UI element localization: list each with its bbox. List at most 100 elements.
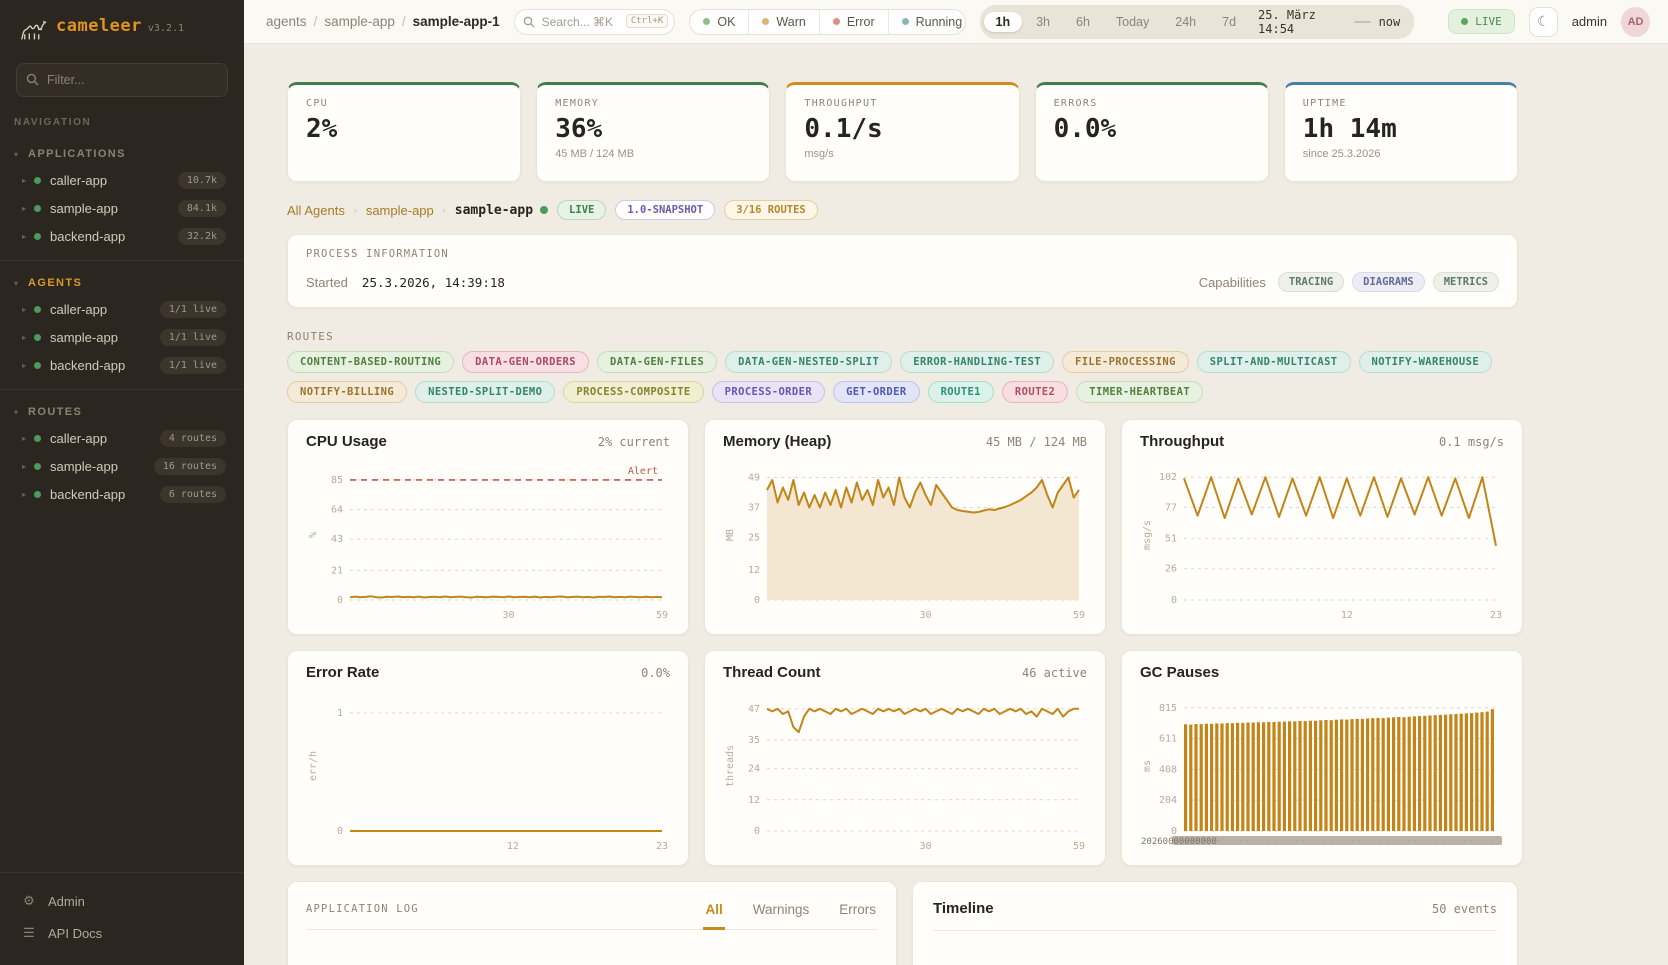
avatar[interactable]: AD — [1621, 7, 1650, 37]
sidebar-item-badge: 6 routes — [160, 486, 226, 503]
logo[interactable]: cameleer v3.2.1 — [0, 0, 244, 53]
sidebar-footer-api-docs[interactable]: ☰API Docs — [0, 917, 244, 949]
process-info-row: Started 25.3.2026, 14:39:18 Capabilities… — [306, 272, 1499, 292]
svg-text:49: 49 — [748, 473, 760, 484]
sidebar-item-label: caller-app — [50, 431, 107, 446]
log-tab-errors[interactable]: Errors — [837, 882, 878, 930]
stat-card-uptime: UPTIME1h 14msince 25.3.2026 — [1284, 82, 1518, 182]
chart-current-value: 45 MB / 124 MB — [986, 435, 1087, 449]
agent-link-all-agents[interactable]: All Agents — [287, 203, 345, 218]
stat-label: UPTIME — [1303, 98, 1499, 109]
sidebar-item-badge: 4 routes — [160, 430, 226, 447]
svg-text:37: 37 — [748, 503, 760, 514]
stat-value: 1h 14m — [1303, 114, 1499, 144]
route-badge-content-based-routing[interactable]: CONTENT-BASED-ROUTING — [287, 351, 454, 373]
time-range-today[interactable]: Today — [1104, 12, 1161, 32]
route-badge-notify-warehouse[interactable]: NOTIFY-WAREHOUSE — [1359, 351, 1493, 373]
app-title: cameleer — [56, 16, 142, 36]
sidebar-footer-admin[interactable]: ⚙Admin — [0, 885, 244, 917]
svg-text:23: 23 — [656, 841, 668, 852]
route-badge-error-handling-test[interactable]: ERROR-HANDLING-TEST — [900, 351, 1054, 373]
chart-card-error-rate: Error Rate0.0%011223err/h — [287, 650, 689, 866]
route-badge-process-order[interactable]: PROCESS-ORDER — [712, 381, 825, 403]
breadcrumb-sample-app[interactable]: sample-app — [324, 14, 395, 29]
time-range-1h[interactable]: 1h — [984, 12, 1023, 32]
sidebar-item-label: sample-app — [50, 459, 118, 474]
sidebar-item-backend-app[interactable]: ▸backend-app32.2k — [0, 222, 244, 250]
status-dot-icon — [34, 334, 41, 341]
sidebar-section: ▾AGENTS▸caller-app1/1 live▸sample-app1/1… — [0, 260, 244, 389]
svg-text:408: 408 — [1159, 764, 1177, 775]
time-range-6h[interactable]: 6h — [1064, 12, 1102, 32]
chart-canvas: 0214364853059%Alert — [306, 458, 670, 622]
route-badge-file-processing[interactable]: FILE-PROCESSING — [1062, 351, 1189, 373]
svg-text:0: 0 — [337, 595, 343, 606]
svg-text:59: 59 — [656, 610, 668, 621]
stat-value: 0.1/s — [804, 114, 1000, 144]
chart-card-thread-count: Thread Count46 active0122435473059thread… — [704, 650, 1106, 866]
capabilities-label: Capabilities — [1199, 275, 1266, 290]
sidebar-item-label: sample-app — [50, 201, 118, 216]
svg-text:59: 59 — [1073, 610, 1085, 621]
route-badge-get-order[interactable]: GET-ORDER — [833, 381, 920, 403]
route-badge-process-composite[interactable]: PROCESS-COMPOSITE — [563, 381, 703, 403]
time-range-7d[interactable]: 7d — [1210, 12, 1248, 32]
date-range-end[interactable]: now — [1375, 15, 1411, 29]
svg-text:12: 12 — [507, 841, 519, 852]
date-range-start[interactable]: 25. März 14:54 — [1250, 8, 1351, 36]
sidebar-item-caller-app[interactable]: ▸caller-app1/1 live — [0, 295, 244, 323]
log-tab-warnings[interactable]: Warnings — [751, 882, 812, 930]
sidebar-item-backend-app[interactable]: ▸backend-app1/1 live — [0, 351, 244, 379]
sidebar-item-backend-app[interactable]: ▸backend-app6 routes — [0, 480, 244, 508]
sidebar-item-label: caller-app — [50, 173, 107, 188]
route-badge-nested-split-demo[interactable]: NESTED-SPLIT-DEMO — [415, 381, 555, 403]
route-badge-route2[interactable]: ROUTE2 — [1002, 381, 1068, 403]
status-dot-icon — [34, 306, 41, 313]
route-badge-route1[interactable]: ROUTE1 — [928, 381, 994, 403]
route-badge-split-and-multicast[interactable]: SPLIT-AND-MULTICAST — [1197, 351, 1351, 373]
sidebar-item-sample-app[interactable]: ▸sample-app1/1 live — [0, 323, 244, 351]
live-badge[interactable]: LIVE — [1448, 9, 1515, 34]
agent-link-sample-app[interactable]: sample-app — [366, 203, 434, 218]
route-badge-notify-billing[interactable]: NOTIFY-BILLING — [287, 381, 407, 403]
svg-text:77: 77 — [1165, 502, 1177, 513]
route-badge-data-gen-orders[interactable]: DATA-GEN-ORDERS — [462, 351, 589, 373]
status-filter-ok[interactable]: OK — [690, 10, 748, 34]
route-badge-data-gen-nested-split[interactable]: DATA-GEN-NESTED-SPLIT — [725, 351, 892, 373]
log-tab-all[interactable]: All — [703, 882, 724, 930]
sidebar-item-sample-app[interactable]: ▸sample-app16 routes — [0, 452, 244, 480]
chevron-right-icon: ▸ — [22, 490, 34, 499]
status-filter-error[interactable]: Error — [819, 10, 888, 34]
route-badge-data-gen-files[interactable]: DATA-GEN-FILES — [597, 351, 717, 373]
sidebar-item-caller-app[interactable]: ▸caller-app4 routes — [0, 424, 244, 452]
sidebar-section-header-applications[interactable]: ▾APPLICATIONS — [0, 140, 244, 166]
timeline-card: Timeline 50 events — [912, 881, 1518, 965]
user-name[interactable]: admin — [1572, 14, 1607, 29]
route-badge-timer-heartbeat[interactable]: TIMER-HEARTBEAT — [1076, 381, 1203, 403]
time-range-24h[interactable]: 24h — [1163, 12, 1208, 32]
status-filter-running[interactable]: Running — [888, 10, 966, 34]
chart-current-value: 46 active — [1022, 666, 1087, 680]
stat-value: 0.0% — [1054, 114, 1250, 144]
charts-grid: CPU Usage2% current0214364853059%AlertMe… — [287, 419, 1518, 866]
sidebar-section: ▾APPLICATIONS▸caller-app10.7k▸sample-app… — [0, 132, 244, 260]
status-dot-icon — [34, 233, 41, 240]
filter-input[interactable] — [16, 63, 228, 97]
sidebar-item-sample-app[interactable]: ▸sample-app84.1k — [0, 194, 244, 222]
chart-plot-area: 0122435473059threads — [723, 689, 1087, 853]
time-range-3h[interactable]: 3h — [1024, 12, 1062, 32]
application-log-title: APPLICATION LOG — [306, 883, 419, 929]
breadcrumb-agents[interactable]: agents — [266, 14, 307, 29]
chart-header: Memory (Heap)45 MB / 124 MB — [723, 433, 1087, 450]
sidebar-item-caller-app[interactable]: ▸caller-app10.7k — [0, 166, 244, 194]
chart-title: CPU Usage — [306, 433, 387, 450]
sidebar-item-label: caller-app — [50, 302, 107, 317]
sidebar-section-header-routes[interactable]: ▾ROUTES — [0, 398, 244, 424]
stat-subtext: 45 MB / 124 MB — [555, 148, 751, 160]
status-filter-warn[interactable]: Warn — [748, 10, 818, 34]
sidebar-section-header-agents[interactable]: ▾AGENTS — [0, 269, 244, 295]
svg-text:26: 26 — [1165, 564, 1177, 575]
status-dot-icon — [34, 491, 41, 498]
dark-mode-toggle[interactable]: ☾ — [1529, 7, 1558, 37]
sidebar: cameleer v3.2.1 NAVIGATION ▾APPLICATIONS… — [0, 0, 244, 965]
